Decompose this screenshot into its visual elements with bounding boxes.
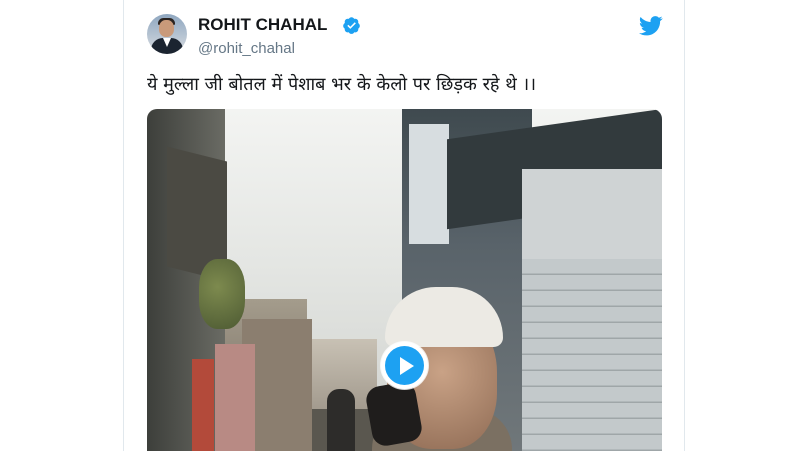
author-display-name[interactable]: ROHIT CHAHAL — [198, 15, 327, 35]
tweet-card: ROHIT CHAHAL @rohit_chahal ये मुल्ला जी … — [123, 0, 685, 451]
play-icon — [400, 357, 414, 375]
play-button[interactable] — [381, 342, 428, 389]
video-player[interactable] — [147, 109, 662, 451]
twitter-bird-icon[interactable] — [639, 16, 663, 36]
tweet-text: ये मुल्ला जी बोतल में पेशाब भर के केलो प… — [147, 74, 537, 95]
verified-badge-icon — [343, 17, 360, 34]
author-avatar[interactable] — [147, 14, 187, 54]
author-handle[interactable]: @rohit_chahal — [198, 40, 295, 57]
